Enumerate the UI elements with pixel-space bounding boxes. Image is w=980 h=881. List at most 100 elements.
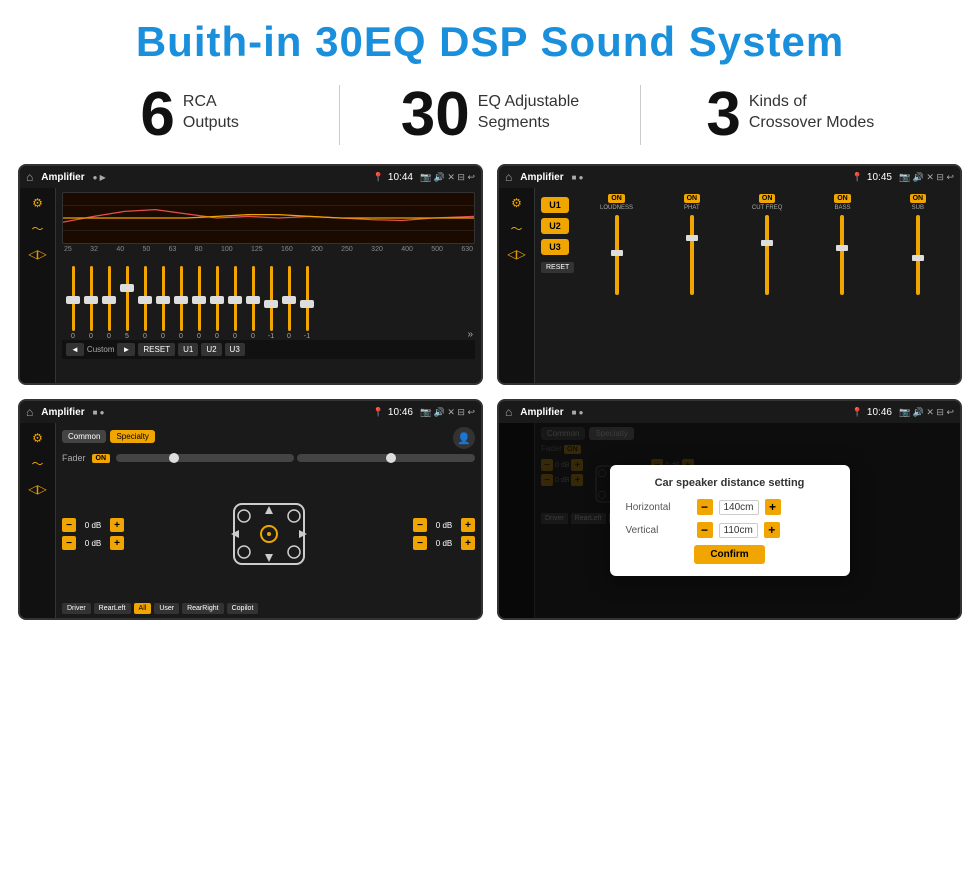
car-svg xyxy=(219,494,319,574)
cross-filter-icon[interactable]: ⚙ xyxy=(511,196,522,210)
fader-h-thumb-1[interactable] xyxy=(169,453,179,463)
cross-reset-btn[interactable]: RESET xyxy=(541,262,574,273)
status-icons-2: 📍 xyxy=(852,172,863,183)
cross-u3-btn[interactable]: U3 xyxy=(541,239,569,255)
fader-user-icon[interactable]: 👤 xyxy=(453,427,475,449)
vol-minus-2[interactable]: − xyxy=(62,536,76,550)
fader-tab-common[interactable]: Common xyxy=(62,430,106,443)
stat-eq-label: EQ AdjustableSegments xyxy=(478,84,579,134)
stat-crossover-label: Kinds ofCrossover Modes xyxy=(749,84,874,134)
home-icon-3[interactable]: ⌂ xyxy=(26,405,33,419)
vol-minus-4[interactable]: − xyxy=(413,536,427,550)
eq-freq-labels: 25 32 40 50 63 80 100 125 160 200 250 32… xyxy=(62,246,475,253)
fader-volume-icon[interactable]: ◁▷ xyxy=(28,482,46,496)
app-name-3: Amplifier xyxy=(41,407,84,418)
eq-fader-1: 0 xyxy=(64,266,82,340)
eq-sidebar: ⚙ 〜 ◁▷ xyxy=(20,188,56,383)
home-icon-2[interactable]: ⌂ xyxy=(505,170,512,184)
stats-row: 6 RCAOutputs 30 EQ AdjustableSegments 3 … xyxy=(0,76,980,160)
cross-ch-phat: ON PHAT xyxy=(656,194,728,377)
vol-row-2: − 0 dB + xyxy=(62,536,124,550)
screen-eq: ⌂ Amplifier ● ▶ 📍 10:44 📷 🔊 ✕ ⊟ ↩ ⚙ 〜 ◁▷ xyxy=(18,164,483,385)
fader-h-slider-2[interactable] xyxy=(297,454,475,462)
vol-val-1: 0 dB xyxy=(79,521,107,530)
fader-filter-icon[interactable]: ⚙ xyxy=(32,431,43,445)
dialog-horizontal-minus[interactable]: − xyxy=(697,499,713,515)
home-icon-4[interactable]: ⌂ xyxy=(505,405,512,419)
cross-bass-on[interactable]: ON xyxy=(834,194,851,203)
status-icons-2b: 📷 🔊 ✕ ⊟ ↩ xyxy=(899,172,954,183)
fader-user-btn[interactable]: User xyxy=(154,603,179,614)
cross-content: ⚙ 〜 ◁▷ U1 U2 U3 RESET xyxy=(499,188,960,383)
eq-filter-icon[interactable]: ⚙ xyxy=(32,196,43,210)
eq-u3-btn[interactable]: U3 xyxy=(225,343,245,356)
status-bar-3: ⌂ Amplifier ■ ● 📍 10:46 📷 🔊 ✕ ⊟ ↩ xyxy=(20,401,481,423)
cross-loudness-on[interactable]: ON xyxy=(608,194,625,203)
vol-minus-3[interactable]: − xyxy=(413,518,427,532)
status-icons-1: 📍 xyxy=(373,172,384,183)
screens-grid: ⌂ Amplifier ● ▶ 📍 10:44 📷 🔊 ✕ ⊟ ↩ ⚙ 〜 ◁▷ xyxy=(0,160,980,630)
fader-h-slider-1[interactable] xyxy=(116,454,294,462)
vol-row-4: − 0 dB + xyxy=(413,536,475,550)
fader-on-btn[interactable]: ON xyxy=(92,454,111,463)
cross-volume-icon[interactable]: ◁▷ xyxy=(507,247,525,261)
cross-u1-btn[interactable]: U1 xyxy=(541,197,569,213)
cross-sub-on[interactable]: ON xyxy=(910,194,927,203)
fader-sidebar: ⚙ 〜 ◁▷ xyxy=(20,423,56,618)
cross-sidebar: ⚙ 〜 ◁▷ xyxy=(499,188,535,383)
cross-ch-bass: ON BASS xyxy=(806,194,878,377)
time-3: 10:46 xyxy=(388,407,413,418)
dialog-content: Common Specialty Fader ON − 0 dB + xyxy=(499,423,960,618)
fader-rearleft-btn[interactable]: RearLeft xyxy=(94,603,131,614)
vol-plus-3[interactable]: + xyxy=(461,518,475,532)
vol-plus-2[interactable]: + xyxy=(110,536,124,550)
eq-prev-btn[interactable]: ◄ xyxy=(66,343,84,356)
dialog-vertical-plus[interactable]: + xyxy=(764,522,780,538)
vol-minus-1[interactable]: − xyxy=(62,518,76,532)
cross-main: U1 U2 U3 RESET ON LOUDNESS xyxy=(535,188,960,383)
fader-driver-btn[interactable]: Driver xyxy=(62,603,91,614)
fader-h-thumb-2[interactable] xyxy=(386,453,396,463)
fader-label: Fader xyxy=(62,453,86,463)
status-bar-1: ⌂ Amplifier ● ▶ 📍 10:44 📷 🔊 ✕ ⊟ ↩ xyxy=(20,166,481,188)
home-icon-1[interactable]: ⌂ xyxy=(26,170,33,184)
stat-eq-number: 30 xyxy=(401,84,470,146)
eq-graph xyxy=(62,192,475,244)
cross-wave-icon[interactable]: 〜 xyxy=(510,220,522,237)
status-bar-4: ⌂ Amplifier ■ ● 📍 10:46 📷 🔊 ✕ ⊟ ↩ xyxy=(499,401,960,423)
eq-expand-icon[interactable]: » xyxy=(467,329,473,340)
cross-cutfreq-on[interactable]: ON xyxy=(759,194,776,203)
vol-plus-4[interactable]: + xyxy=(461,536,475,550)
eq-u2-btn[interactable]: U2 xyxy=(201,343,221,356)
fader-copilot-btn[interactable]: Copilot xyxy=(227,603,259,614)
app-name-1: Amplifier xyxy=(41,172,84,183)
dialog-title: Car speaker distance setting xyxy=(626,477,834,489)
eq-fader-track-1[interactable] xyxy=(72,266,75,331)
page-title: Buith-in 30EQ DSP Sound System xyxy=(0,0,980,76)
dialog-horizontal-plus[interactable]: + xyxy=(765,499,781,515)
eq-wave-icon[interactable]: 〜 xyxy=(31,220,43,237)
eq-u1-btn[interactable]: U1 xyxy=(178,343,198,356)
fader-all-btn[interactable]: All xyxy=(134,603,152,614)
stat-crossover-number: 3 xyxy=(706,84,740,146)
fader-top-row: Fader ON xyxy=(62,453,475,463)
cross-phat-on[interactable]: ON xyxy=(684,194,701,203)
eq-fader-thumb-2[interactable] xyxy=(84,296,98,304)
eq-volume-icon[interactable]: ◁▷ xyxy=(28,247,46,261)
confirm-button[interactable]: Confirm xyxy=(694,545,764,564)
vol-plus-1[interactable]: + xyxy=(110,518,124,532)
fader-tab-specialty[interactable]: Specialty xyxy=(110,430,154,443)
fader-rearright-btn[interactable]: RearRight xyxy=(182,603,224,614)
eq-reset-btn[interactable]: RESET xyxy=(138,343,175,356)
vol-val-3: 0 dB xyxy=(430,521,458,530)
status-dots-3: ■ ● xyxy=(93,408,105,417)
fader-wave-icon[interactable]: 〜 xyxy=(31,455,43,472)
app-name-4: Amplifier xyxy=(520,407,563,418)
dialog-vertical-row: Vertical − 110cm + xyxy=(626,522,834,538)
dialog-vertical-value: 110cm xyxy=(719,523,758,538)
cross-u2-btn[interactable]: U2 xyxy=(541,218,569,234)
eq-fader-thumb-1[interactable] xyxy=(66,296,80,304)
dialog-vertical-minus[interactable]: − xyxy=(697,522,713,538)
vol-row-3: − 0 dB + xyxy=(413,518,475,532)
eq-next-btn[interactable]: ► xyxy=(117,343,135,356)
